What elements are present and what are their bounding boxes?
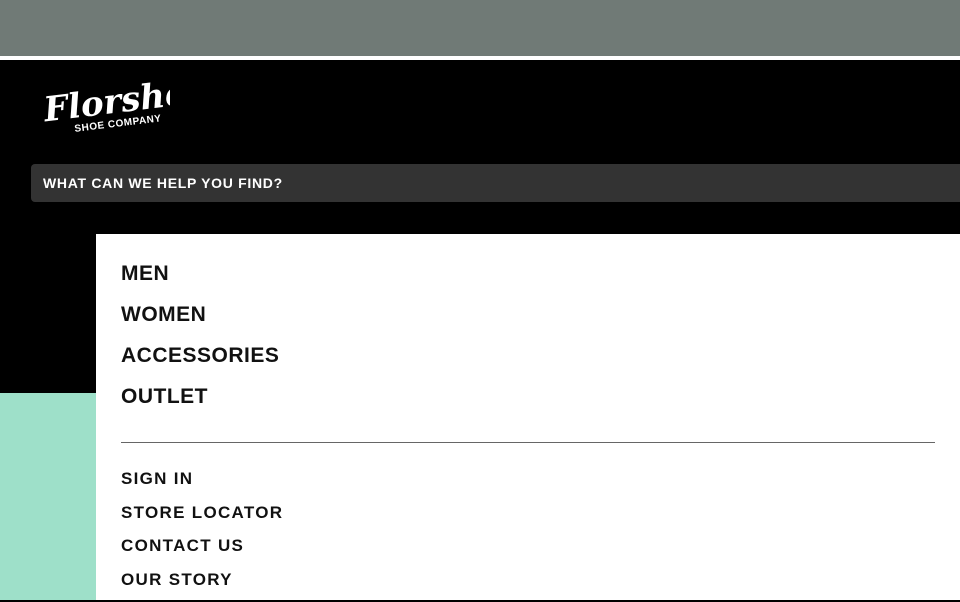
search-bar[interactable] xyxy=(31,164,960,202)
nav-item-men[interactable]: MEN xyxy=(121,260,279,301)
nav-item-outlet[interactable]: OUTLET xyxy=(121,383,279,424)
primary-nav: MEN WOMEN ACCESSORIES OUTLET xyxy=(121,260,279,424)
nav-item-sign-in[interactable]: SIGN IN xyxy=(121,468,283,502)
florsheim-logo[interactable]: Florsheim SHOE COMPANY xyxy=(40,76,170,136)
page-overlay[interactable] xyxy=(0,0,960,56)
nav-item-contact-us[interactable]: CONTACT US xyxy=(121,535,283,569)
nav-item-our-story[interactable]: OUR STORY xyxy=(121,569,283,602)
nav-divider xyxy=(121,442,935,443)
secondary-nav: SIGN IN STORE LOCATOR CONTACT US OUR STO… xyxy=(121,468,283,602)
nav-item-women[interactable]: WOMEN xyxy=(121,301,279,342)
search-input[interactable] xyxy=(43,175,960,191)
nav-item-store-locator[interactable]: STORE LOCATOR xyxy=(121,502,283,536)
florsheim-logo-mark: Florsheim SHOE COMPANY xyxy=(40,76,170,136)
background-mint-panel xyxy=(0,393,96,600)
nav-item-accessories[interactable]: ACCESSORIES xyxy=(121,342,279,383)
navigation-menu-panel: MEN WOMEN ACCESSORIES OUTLET SIGN IN STO… xyxy=(96,234,960,600)
